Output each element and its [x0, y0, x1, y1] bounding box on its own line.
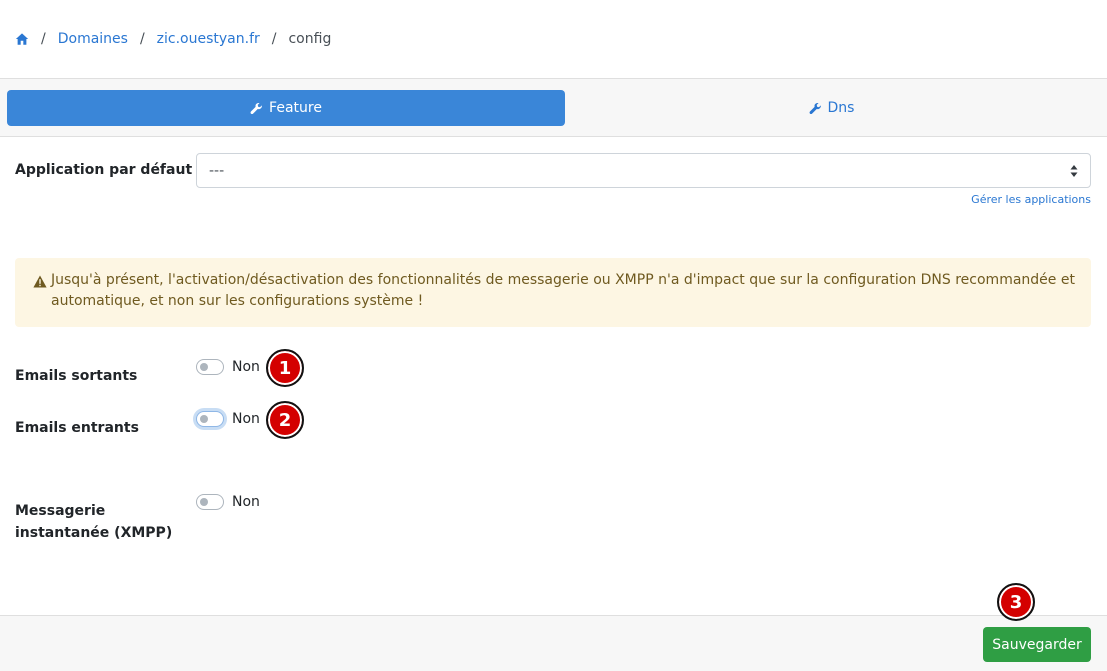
- breadcrumb-domain[interactable]: zic.ouestyan.fr: [157, 31, 260, 47]
- toggle-knob: [200, 498, 208, 506]
- alert-text: Jusqu'à présent, l'activation/désactivat…: [51, 272, 1075, 309]
- marker-1: 1: [266, 349, 304, 387]
- default-app-label: Application par défaut: [15, 162, 193, 178]
- tab-dns-label: Dns: [827, 100, 855, 116]
- toggle-knob: [200, 363, 208, 371]
- xmpp-toggle-row: Non: [196, 494, 260, 510]
- breadcrumb-separator: /: [139, 31, 145, 47]
- marker-2: 2: [266, 401, 304, 439]
- outgoing-emails-toggle-row: Non: [196, 359, 260, 375]
- marker-3: 3: [997, 583, 1035, 621]
- warning-icon: [33, 275, 47, 288]
- breadcrumb-separator: /: [41, 31, 46, 47]
- incoming-emails-label: Emails entrants: [15, 420, 139, 436]
- xmpp-label: Messagerie instantanée (XMPP): [15, 503, 173, 541]
- incoming-emails-state: Non: [232, 411, 260, 427]
- outgoing-emails-label: Emails sortants: [15, 368, 138, 384]
- breadcrumb-domains[interactable]: Domaines: [58, 31, 128, 47]
- wrench-icon: [250, 102, 262, 114]
- warning-alert: Jusqu'à présent, l'activation/désactivat…: [15, 258, 1091, 327]
- select-caret-icon: [1070, 165, 1078, 177]
- save-button[interactable]: Sauvegarder: [983, 627, 1091, 662]
- tabs-bar: Feature Dns: [0, 78, 1107, 137]
- incoming-emails-toggle[interactable]: [196, 411, 224, 427]
- breadcrumb-current: config: [288, 31, 332, 47]
- xmpp-state: Non: [232, 494, 260, 510]
- home-link[interactable]: [15, 32, 29, 46]
- default-app-select[interactable]: ---: [196, 153, 1091, 188]
- manage-apps-link[interactable]: Gérer les applications: [971, 193, 1091, 206]
- breadcrumb-separator: /: [271, 31, 277, 47]
- incoming-emails-toggle-row: Non: [196, 411, 260, 427]
- breadcrumb: / Domaines / zic.ouestyan.fr / config: [15, 29, 331, 49]
- home-icon: [15, 33, 29, 45]
- footer-bar: [0, 615, 1107, 671]
- outgoing-emails-toggle[interactable]: [196, 359, 224, 375]
- outgoing-emails-state: Non: [232, 359, 260, 375]
- wrench-icon: [809, 102, 821, 114]
- default-app-value: ---: [209, 162, 225, 179]
- tab-feature-label: Feature: [269, 100, 322, 116]
- xmpp-toggle[interactable]: [196, 494, 224, 510]
- toggle-knob: [200, 415, 208, 423]
- tab-feature[interactable]: Feature: [7, 90, 565, 126]
- tab-dns[interactable]: Dns: [560, 90, 1103, 126]
